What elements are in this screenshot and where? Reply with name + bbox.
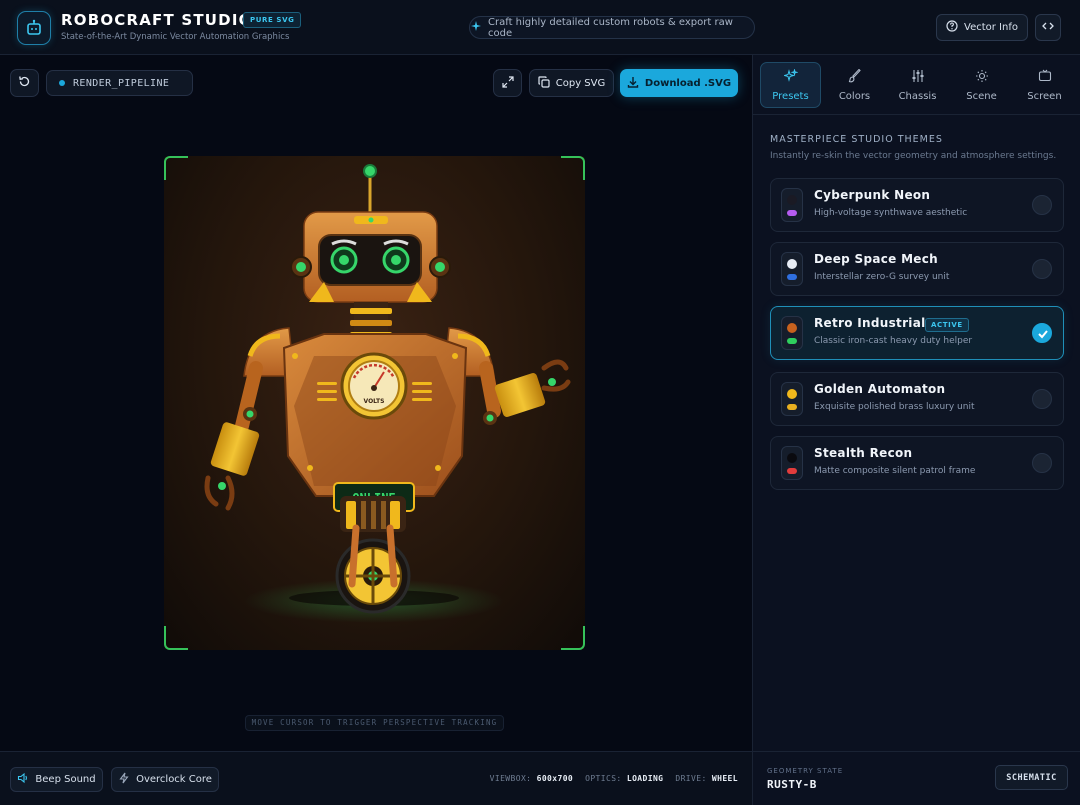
copy-svg-button[interactable]: Copy SVG [529, 69, 614, 97]
brush-icon [848, 68, 862, 86]
theme-radio[interactable] [1032, 259, 1052, 279]
frame-corner [561, 156, 585, 180]
tab-label: Colors [838, 90, 871, 102]
theme-radio[interactable] [1032, 195, 1052, 215]
theme-title: Stealth Recon [814, 446, 913, 460]
code-icon [1042, 20, 1054, 35]
pipeline-label: RENDER_PIPELINE [73, 77, 170, 89]
robot-illustration: VOLTS ONLINE [204, 164, 571, 623]
download-label: Download .SVG [644, 77, 732, 89]
settings-sidebar: Presets Colors Chassis Scene Screen MAST… [752, 55, 1080, 805]
gauge-label: VOLTS [364, 398, 385, 405]
check-icon [1033, 329, 1053, 348]
drive-value: WHEEL [711, 774, 738, 783]
brand-subtitle: State-of-the-Art Dynamic Vector Automati… [61, 32, 290, 42]
theme-title: Golden Automaton [814, 382, 946, 396]
schematic-button[interactable]: SCHEMATIC [995, 765, 1068, 790]
theme-swatch [781, 382, 803, 416]
maximize-icon [501, 75, 514, 91]
sun-icon [975, 69, 989, 86]
theme-subtitle: High-voltage synthwave aesthetic [814, 208, 968, 218]
frame-corner [164, 156, 188, 180]
download-icon [627, 76, 639, 91]
theme-subtitle: Matte composite silent patrol frame [814, 466, 976, 476]
frame-corner [164, 626, 188, 650]
theme-card-cyberpunk-neon[interactable]: Cyberpunk Neon High-voltage synthwave ae… [770, 178, 1064, 232]
active-badge: ACTIVE [925, 318, 969, 332]
perspective-hint: MOVE CURSOR TO TRIGGER PERSPECTIVE TRACK… [245, 715, 504, 731]
zap-icon [118, 772, 130, 787]
section-title: MASTERPIECE STUDIO THEMES [770, 134, 943, 145]
theme-card-deep-space-mech[interactable]: Deep Space Mech Interstellar zero-G surv… [770, 242, 1064, 296]
tab-label: Chassis [898, 90, 937, 102]
vector-info-button[interactable]: Vector Info [936, 14, 1028, 41]
divider [753, 751, 1080, 752]
drive-key: DRIVE: [675, 774, 707, 783]
geometry-state-label: GEOMETRY STATE [767, 767, 844, 775]
canvas-area: RENDER_PIPELINE Copy SVG Download .SVG V… [0, 55, 752, 751]
pure-svg-badge: PURE SVG [243, 12, 302, 28]
copy-svg-label: Copy SVG [555, 77, 606, 89]
optics-key: OPTICS: [585, 774, 622, 783]
theme-title: Deep Space Mech [814, 252, 939, 266]
code-toggle-button[interactable] [1035, 14, 1061, 41]
tab-colors[interactable]: Colors [824, 62, 885, 108]
theme-subtitle: Exquisite polished brass luxury unit [814, 402, 975, 412]
theme-card-stealth-recon[interactable]: Stealth Recon Matte composite silent pat… [770, 436, 1064, 490]
theme-subtitle: Classic iron-cast heavy duty helper [814, 336, 973, 346]
theme-radio-selected[interactable] [1032, 323, 1052, 343]
robot-logo-icon [17, 11, 51, 45]
viewbox-key: VIEWBOX: [489, 774, 532, 783]
theme-radio[interactable] [1032, 389, 1052, 409]
canvas-footer: Beep Sound Overclock Core VIEWBOX: 600x7… [0, 751, 752, 805]
robot-preview-canvas[interactable]: VOLTS ONLINE [164, 156, 585, 650]
theme-title: Retro Industrial [814, 316, 926, 330]
help-circle-icon [946, 20, 958, 35]
theme-swatch [781, 252, 803, 286]
download-svg-button[interactable]: Download .SVG [620, 69, 738, 97]
optics-value: LOADING [626, 774, 664, 783]
reset-button[interactable] [10, 69, 39, 97]
theme-card-retro-industrial[interactable]: Retro Industrial ACTIVE Classic iron-cas… [770, 306, 1064, 360]
theme-swatch [781, 446, 803, 480]
brand-title: ROBOCRAFT STUDIO [61, 11, 253, 29]
fullscreen-button[interactable] [493, 69, 522, 97]
tab-label: Scene [966, 90, 997, 102]
theme-radio[interactable] [1032, 453, 1052, 473]
tab-label: Presets [772, 90, 809, 102]
overclock-label: Overclock Core [136, 774, 212, 785]
vector-info-label: Vector Info [964, 22, 1018, 33]
overclock-core-button[interactable]: Overclock Core [111, 767, 219, 792]
tab-presets[interactable]: Presets [760, 62, 821, 108]
beep-sound-button[interactable]: Beep Sound [10, 767, 103, 792]
theme-swatch [781, 188, 803, 222]
tagline-pill: Craft highly detailed custom robots & ex… [469, 16, 755, 39]
tagline-text: Craft highly detailed custom robots & ex… [488, 16, 733, 39]
render-pipeline-status: RENDER_PIPELINE [46, 70, 193, 96]
app-header: ROBOCRAFT STUDIO PURE SVG State-of-the-A… [0, 0, 1080, 55]
tab-scene[interactable]: Scene [951, 62, 1012, 108]
theme-swatch [781, 316, 803, 350]
speaker-icon [17, 772, 29, 787]
geometry-state-value: RUSTY-B [767, 778, 817, 791]
frame-corner [561, 626, 585, 650]
status-dot [59, 80, 65, 86]
beep-label: Beep Sound [35, 774, 96, 785]
render-status: VIEWBOX: 600x700 OPTICS: LOADING DRIVE: … [490, 774, 738, 783]
tab-screen[interactable]: Screen [1014, 62, 1075, 108]
rotate-ccw-icon [18, 75, 31, 91]
section-subtitle: Instantly re-skin the vector geometry an… [770, 151, 1057, 161]
sliders-icon [911, 69, 925, 86]
theme-subtitle: Interstellar zero-G survey unit [814, 272, 950, 282]
copy-icon [538, 75, 550, 91]
settings-tabs: Presets Colors Chassis Scene Screen [753, 55, 1080, 115]
viewbox-value: 600x700 [536, 774, 574, 783]
sparkles-icon [470, 20, 482, 35]
sparkles-icon [782, 67, 799, 86]
theme-title: Cyberpunk Neon [814, 188, 931, 202]
tab-chassis[interactable]: Chassis [887, 62, 948, 108]
monitor-icon [1038, 69, 1052, 86]
tab-label: Screen [1027, 90, 1062, 102]
theme-card-golden-automaton[interactable]: Golden Automaton Exquisite polished bras… [770, 372, 1064, 426]
